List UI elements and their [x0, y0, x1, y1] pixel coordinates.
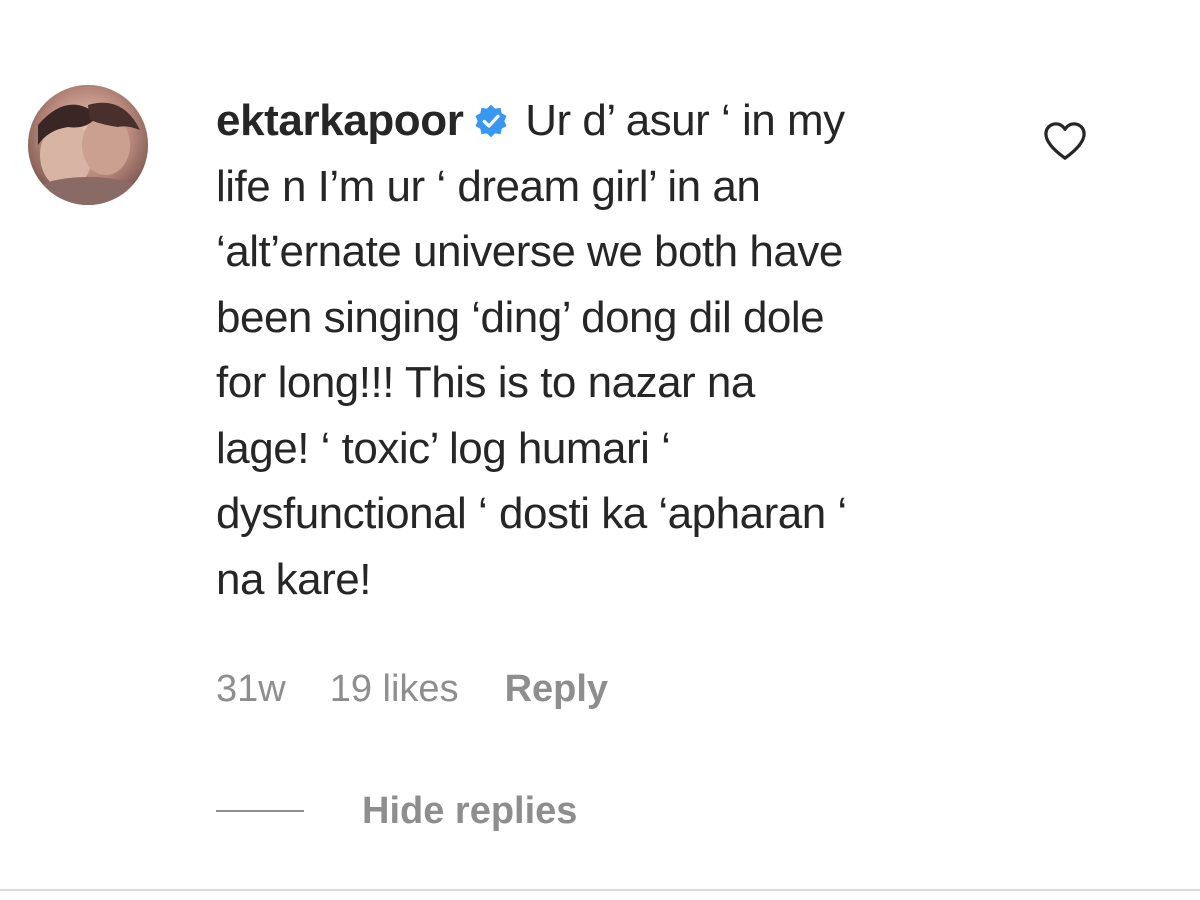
avatar[interactable]	[28, 85, 148, 205]
comment-line: na kare!	[216, 554, 371, 604]
comment-timestamp[interactable]: 31w	[216, 668, 286, 711]
comment-line-text: Ur d’ asur ‘ in my	[525, 96, 845, 145]
comment-line: dysfunctional ‘ dosti ka ‘apharan ‘	[216, 489, 847, 538]
comment-line: lage! ‘ toxic’ log humari ‘	[216, 423, 671, 473]
reply-button[interactable]: Reply	[505, 668, 608, 711]
username-link[interactable]: ektarkapoor	[216, 96, 464, 145]
comment-line: for long!!! This is to nazar na	[216, 358, 755, 407]
comment-line: ‘alt’ernate universe we both have	[216, 227, 843, 276]
comment-text: ektarkapoor Ur d’ asur ‘ in my life n I’…	[216, 88, 1016, 612]
avatar-photo	[28, 85, 148, 205]
verified-badge-icon	[473, 103, 509, 139]
comment-line: life n I’m ur ‘ dream girl’ in an	[216, 161, 761, 211]
comment-meta: 31w 19 likes Reply	[216, 664, 608, 714]
replies-divider-line	[216, 810, 304, 812]
comment-body: ektarkapoor Ur d’ asur ‘ in my life n I’…	[216, 88, 1016, 612]
like-button[interactable]	[1042, 120, 1088, 162]
comment-line: ektarkapoor Ur d’ asur ‘ in my	[216, 88, 1016, 154]
likes-count-button[interactable]: 19 likes	[330, 668, 459, 711]
comment: ektarkapoor Ur d’ asur ‘ in my life n I’…	[0, 0, 1200, 890]
heart-outline-icon	[1044, 122, 1086, 160]
bottom-divider	[0, 889, 1200, 891]
hide-replies-button[interactable]: Hide replies	[216, 786, 577, 836]
comment-page: ektarkapoor Ur d’ asur ‘ in my life n I’…	[0, 0, 1200, 900]
comment-line: been singing ‘ding’ dong dil dole	[216, 292, 825, 342]
hide-replies-label: Hide replies	[362, 789, 578, 832]
